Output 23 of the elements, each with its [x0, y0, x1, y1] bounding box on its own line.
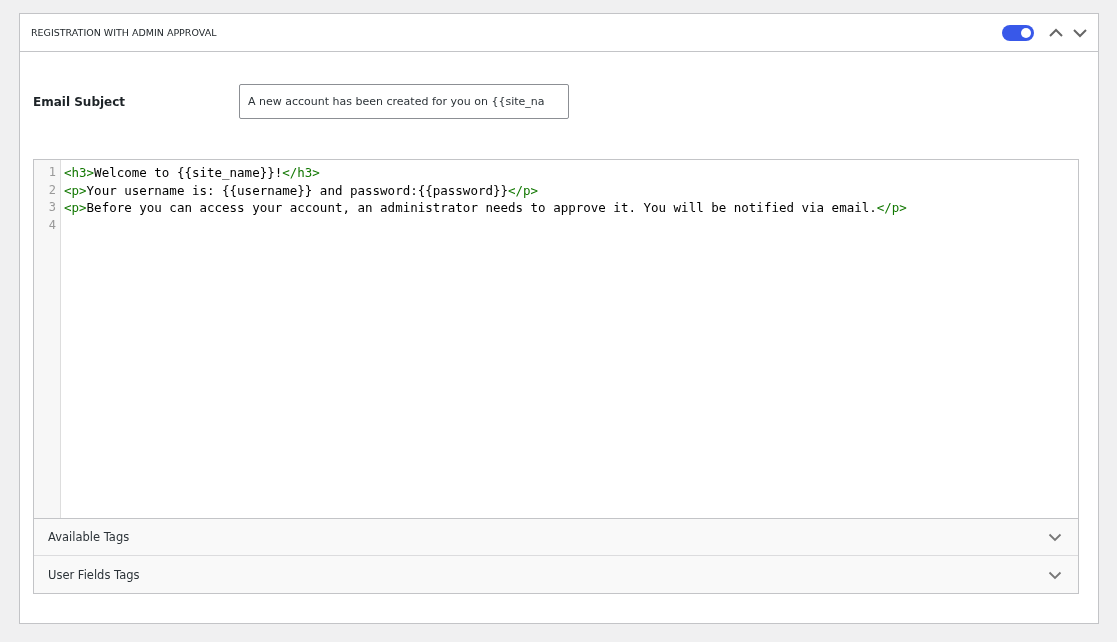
chevron-down-icon[interactable] — [1072, 26, 1088, 39]
line-number: 1 — [47, 164, 57, 181]
email-subject-field[interactable]: A new account has been created for you on {{site_na — [239, 84, 569, 119]
code-text: Welcome to {{site_name}}! — [94, 165, 283, 180]
section-label: User Fields Tags — [48, 567, 140, 582]
line-number: 3 — [47, 199, 57, 216]
chevron-up-icon[interactable] — [1048, 26, 1064, 39]
section-label: Available Tags — [48, 530, 130, 544]
accordion-header[interactable]: User Fields Tags — [34, 556, 1078, 593]
accordion-header[interactable]: Available Tags — [34, 519, 1078, 556]
code-text: Your username is: {{username}} and password:{{password}} — [86, 182, 508, 198]
panel-title: REGISTRATION WITH ADMIN APPROVAL — [31, 27, 217, 38]
html-tag: <p> — [64, 182, 87, 198]
code-text: Before you can access your account, an administrator needs to approve it. You will be notified via email. — [86, 200, 877, 215]
line-number: 4 — [47, 216, 57, 234]
enable-toggle[interactable] — [1002, 24, 1034, 41]
html-tag: </p> — [876, 200, 907, 215]
html-tag: <p> — [64, 200, 87, 215]
html-tag: </h3> — [282, 165, 320, 180]
html-tag: </p> — [508, 182, 539, 198]
email-subject-label: Email Subject — [33, 94, 127, 109]
html-tag: <h3> — [64, 165, 95, 180]
line-number: 2 — [47, 181, 57, 199]
